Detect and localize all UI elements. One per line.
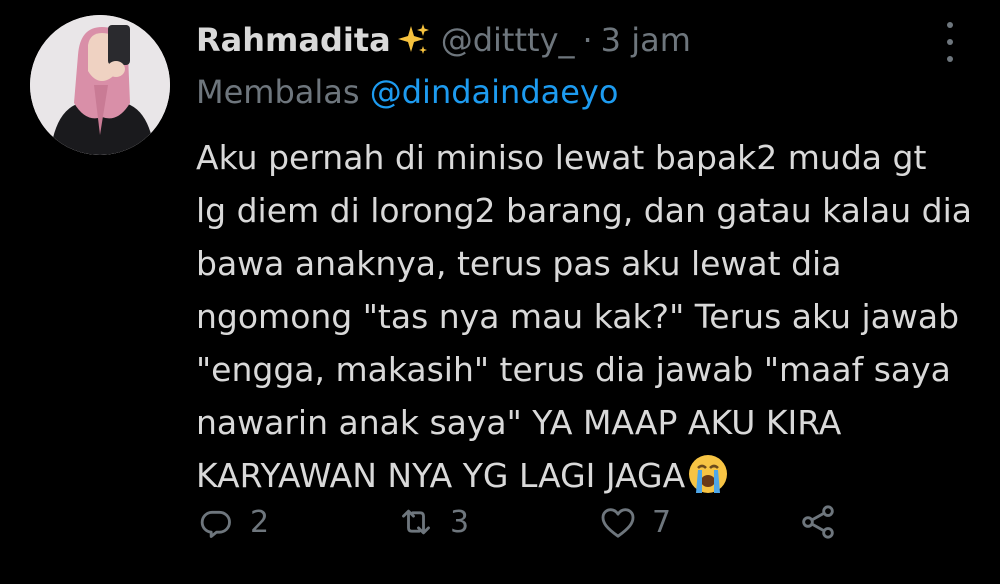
heart-icon xyxy=(601,508,635,538)
tweet-text-line: lg diem di lorong2 barang, dan gatau kal… xyxy=(196,191,972,230)
tweet-actions: 2 3 7 xyxy=(0,500,1000,544)
tweet-text-line: ngomong "tas nya mau kak?" Terus aku jaw… xyxy=(196,297,960,336)
replying-label: Membalas xyxy=(196,73,360,111)
timestamp[interactable]: 3 jam xyxy=(601,20,691,60)
reply-icon xyxy=(200,510,231,538)
loudly-crying-face-icon xyxy=(689,455,728,493)
tweet-text-line-last: KARYAWAN NYA YG LAGI JAGA xyxy=(196,449,986,502)
share-icon xyxy=(802,505,834,539)
retweet-count: 3 xyxy=(450,504,470,540)
tweet-text-line: "engga, makasih" terus dia jawab "maaf s… xyxy=(196,350,951,389)
tweet-header: Rahmadita @dittty_ · 3 jam xyxy=(196,18,691,62)
replying-to: Membalas @dindaindaeyo xyxy=(196,72,618,112)
tweet-text-line: Aku pernah di miniso lewat bapak2 muda g… xyxy=(196,138,927,177)
avatar[interactable] xyxy=(30,15,170,155)
tweet-text-last-segment: KARYAWAN NYA YG LAGI JAGA xyxy=(196,456,686,495)
separator-dot: · xyxy=(582,21,593,59)
tweet-text-line: nawarin anak saya" YA MAAP AKU KIRA xyxy=(196,403,842,442)
tweet-text-line: bawa anaknya, terus pas aku lewat dia xyxy=(196,244,842,283)
like-button[interactable]: 7 xyxy=(598,500,671,544)
share-button[interactable] xyxy=(798,500,838,544)
like-count: 7 xyxy=(652,504,672,540)
replying-mention-link[interactable]: @dindaindaeyo xyxy=(370,73,619,111)
more-options-icon[interactable] xyxy=(938,22,962,62)
reply-button[interactable]: 2 xyxy=(196,500,269,544)
display-name[interactable]: Rahmadita xyxy=(196,20,391,60)
retweet-icon xyxy=(402,509,430,535)
avatar-image xyxy=(30,15,170,155)
user-handle[interactable]: @dittty_ xyxy=(441,20,575,60)
reply-count: 2 xyxy=(250,504,270,540)
sparkles-icon xyxy=(397,24,429,54)
retweet-button[interactable]: 3 xyxy=(396,500,469,544)
tweet-text: Aku pernah di miniso lewat bapak2 muda g… xyxy=(196,131,986,502)
